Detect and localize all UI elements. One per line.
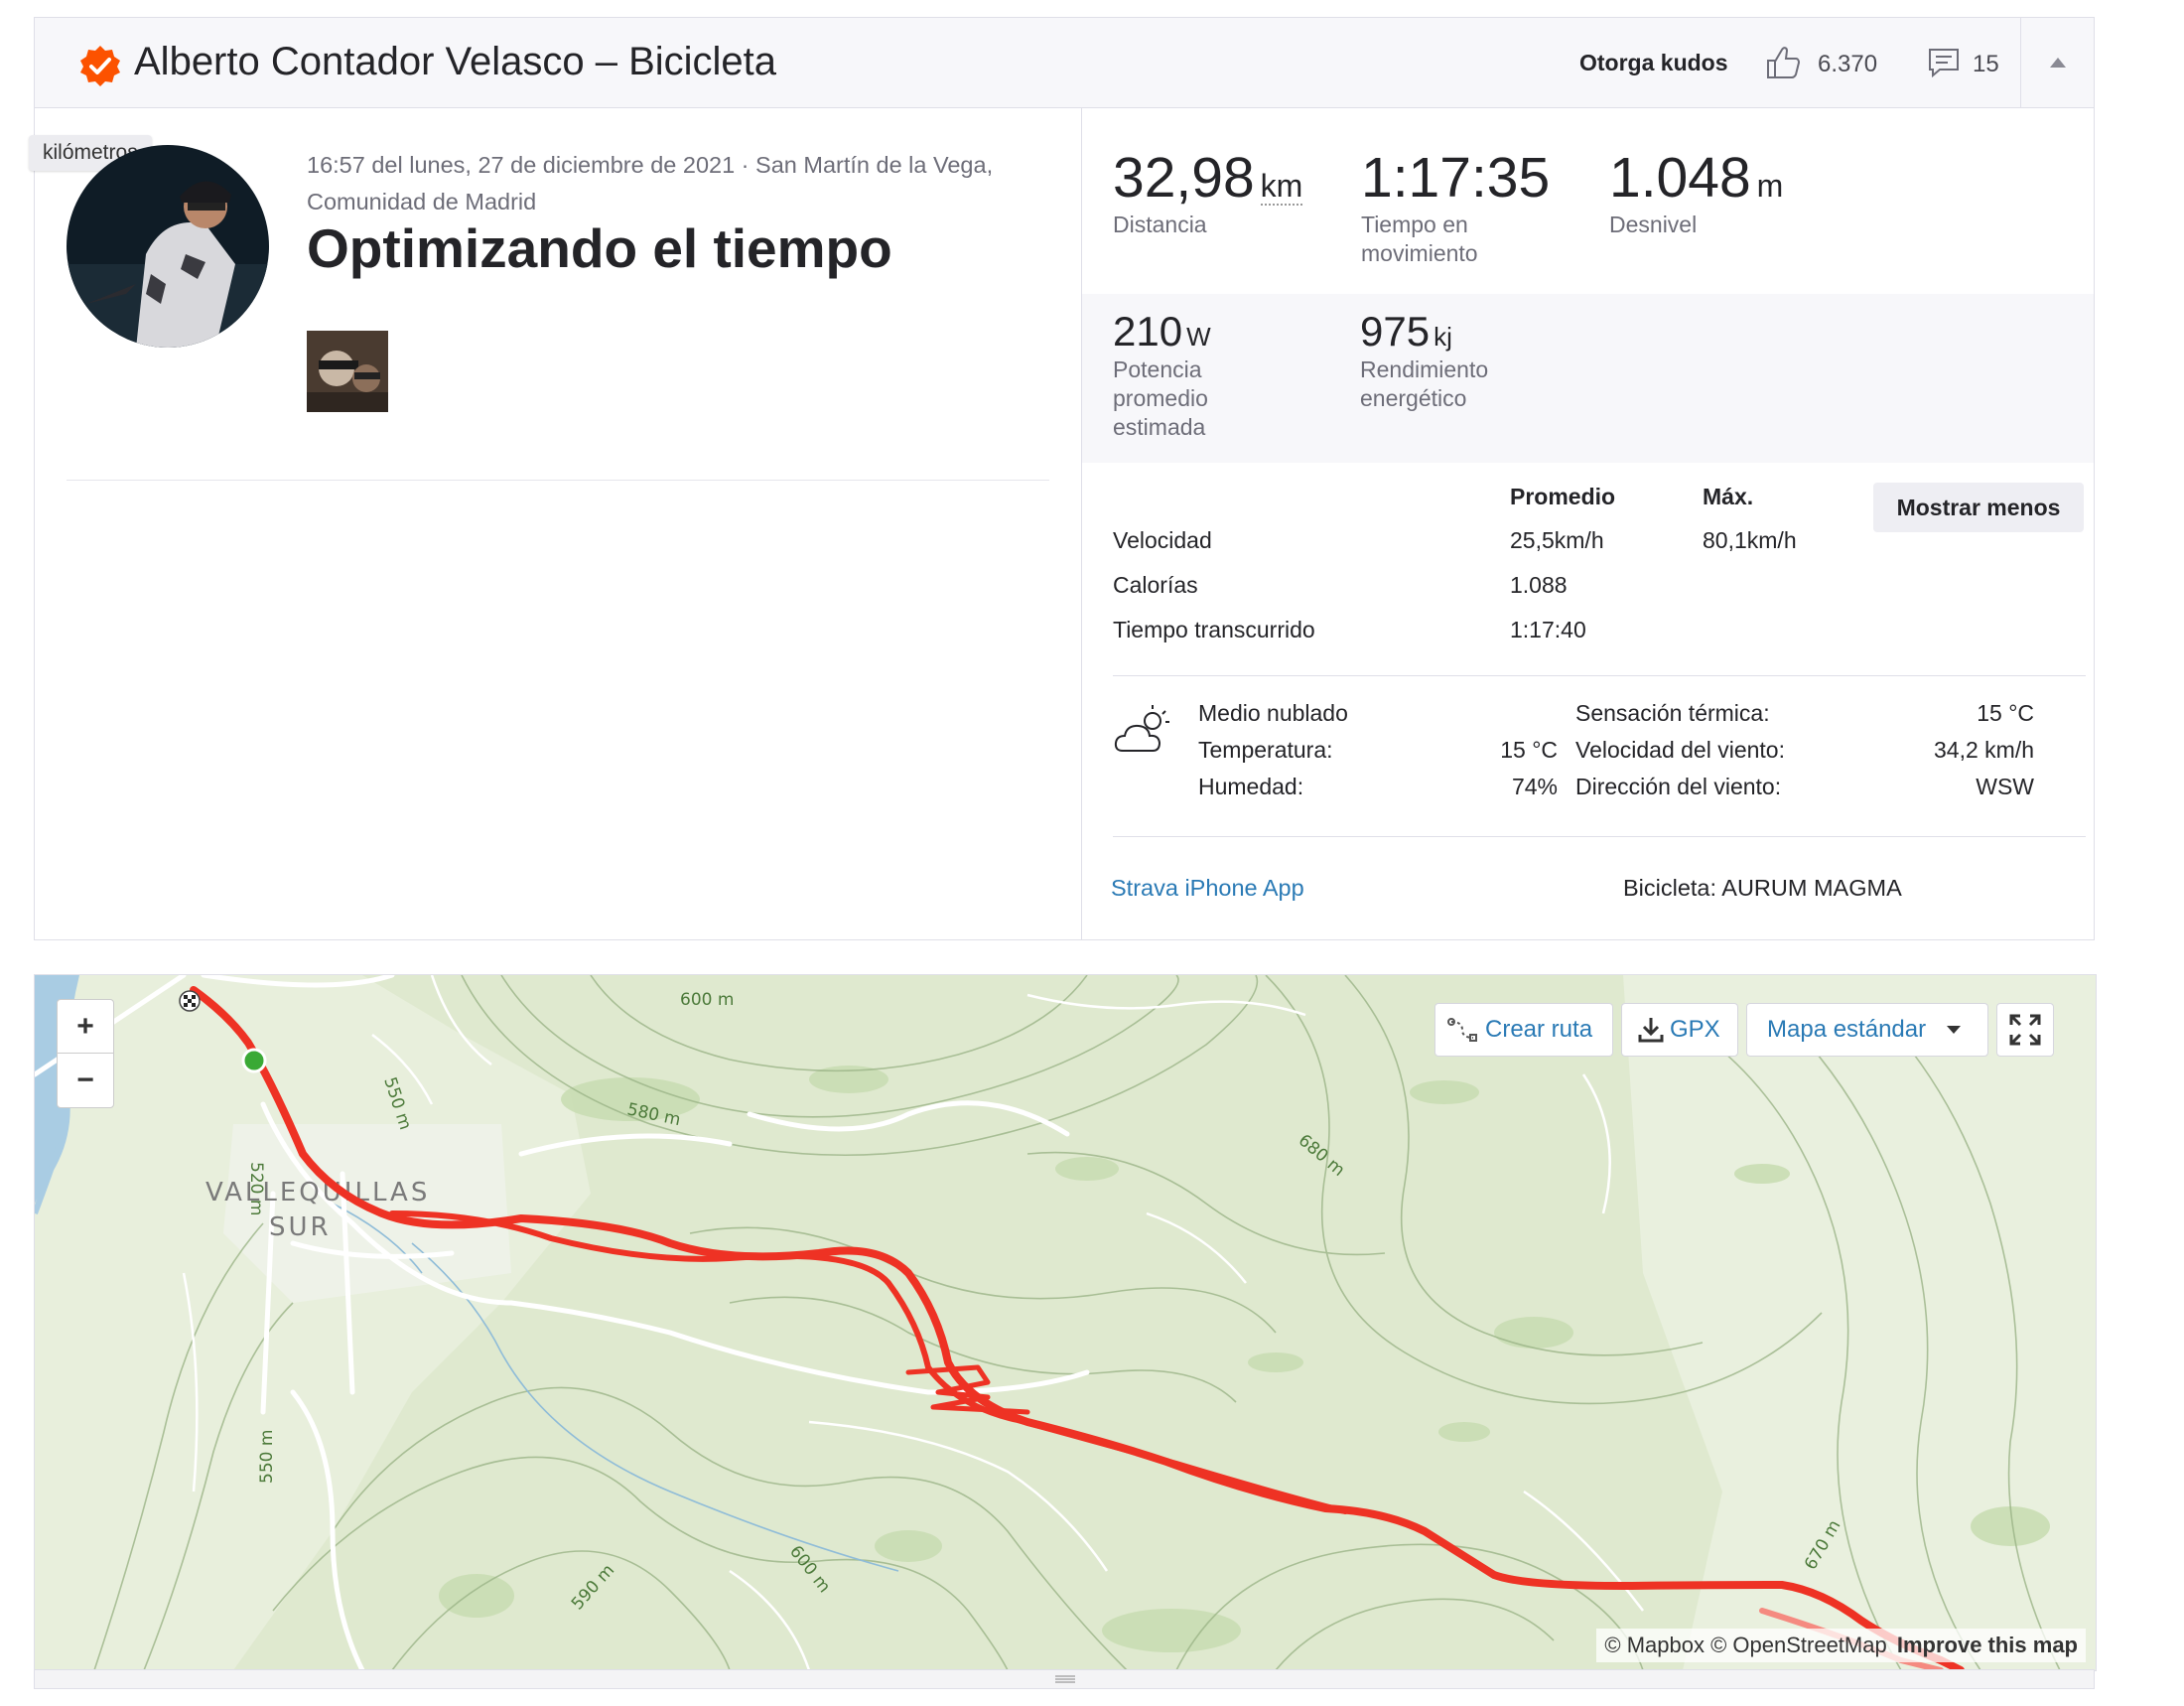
divider [1113, 836, 2086, 837]
athlete-avatar[interactable] [67, 145, 269, 348]
gpx-download-button[interactable]: GPX [1621, 1003, 1738, 1057]
humidity-label: Humedad: [1198, 774, 1304, 799]
secondary-stats: 210 W Potencia promedio estimada 975 kj Re… [1082, 294, 2094, 463]
divider [1113, 675, 2086, 676]
elevation-value: 1.048 [1609, 146, 1751, 210]
attribution-credits[interactable]: © Mapbox © OpenStreetMap [1604, 1633, 1886, 1657]
download-icon [1638, 1018, 1664, 1043]
stat-moving-time: 1:17:35 Tiempo en movimiento [1361, 145, 1560, 268]
energy-unit: kj [1433, 322, 1452, 352]
contour-label: 520 m [246, 1162, 266, 1215]
wind-speed-label: Velocidad del viento: [1575, 737, 1785, 763]
bike-info[interactable]: Bicicleta: AURUM MAGMA [1623, 875, 1902, 902]
power-label: Potencia promedio estimada [1113, 356, 1208, 440]
col-max-header: Máx. [1703, 484, 1754, 509]
row-speed-label: Velocidad [1113, 527, 1212, 553]
energy-value: 975 [1360, 308, 1431, 355]
elevation-unit: m [1756, 168, 1784, 204]
stat-power: 210 W Potencia promedio estimada [1113, 308, 1262, 442]
improve-map-link[interactable]: Improve this map [1897, 1633, 2078, 1657]
divider [67, 480, 1049, 481]
place-label-line2: SUR [269, 1212, 332, 1242]
drag-handle-icon [1055, 1675, 1075, 1683]
place-label-line1: VALLEQUILLAS [205, 1178, 430, 1208]
kudos-count[interactable]: 6.370 [1818, 51, 1877, 78]
contour-label: 550 m [257, 1430, 277, 1484]
map-attribution: © Mapbox © OpenStreetMap Improve this ma… [1596, 1629, 2086, 1662]
row-calories-label: Calorías [1113, 572, 1198, 598]
create-route-label: Crear ruta [1485, 1016, 1593, 1043]
caret-down-icon [1947, 1026, 1962, 1034]
zoom-in-button[interactable]: + [58, 1000, 113, 1054]
humidity-value: 74% [1511, 774, 1558, 799]
wind-direction-label: Dirección del viento: [1575, 774, 1782, 799]
row-elapsed-label: Tiempo transcurrido [1113, 617, 1315, 642]
contour-label: 600 m [680, 990, 734, 1010]
row-speed-avg: 25,5km/h [1510, 527, 1604, 553]
device-app-link[interactable]: Strava iPhone App [1111, 875, 1304, 902]
zoom-out-button[interactable]: − [58, 1054, 113, 1106]
feels-like-label: Sensación térmica: [1575, 700, 1770, 726]
activity-title[interactable]: Optimizando el tiempo [307, 216, 892, 280]
fullscreen-icon [2009, 1014, 2041, 1046]
energy-label: Rendimiento energético [1360, 356, 1489, 411]
feels-like-value: 15 °C [1977, 700, 2034, 726]
wind-speed-value: 34,2 km/h [1934, 737, 2034, 763]
moving-time-value: 1:17:35 [1361, 146, 1551, 210]
card-header: Alberto Contador Velasco – Bicicleta Oto… [35, 18, 2094, 108]
moving-time-label: Tiempo en movimiento [1361, 212, 1478, 266]
temperature-value: 15 °C [1500, 737, 1558, 763]
stat-distance: 32,98 km Distancia [1113, 145, 1303, 239]
create-route-button[interactable]: Crear ruta [1434, 1003, 1613, 1057]
row-elapsed-avg: 1:17:40 [1510, 617, 1586, 642]
power-unit: W [1186, 322, 1211, 352]
activity-photo-thumbnail[interactable] [307, 331, 388, 412]
distance-unit: km [1260, 168, 1303, 206]
distance-value: 32,98 [1113, 146, 1255, 210]
map-style-dropdown[interactable]: Mapa estándar [1746, 1003, 1988, 1057]
give-kudos-label[interactable]: Otorga kudos [1579, 50, 1728, 76]
zoom-control: + − [57, 999, 114, 1108]
activity-card: Alberto Contador Velasco – Bicicleta Oto… [29, 17, 2095, 940]
thumbs-up-icon[interactable] [1764, 44, 1802, 81]
divider [1081, 107, 1082, 939]
route-dashed-icon [1447, 1018, 1477, 1042]
gpx-label: GPX [1670, 1016, 1720, 1043]
athlete-title[interactable]: Alberto Contador Velasco – Bicicleta [134, 40, 776, 84]
partly-cloudy-icon [1114, 705, 1169, 752]
activity-datetime-location: 16:57 del lunes, 27 de diciembre de 2021… [307, 152, 994, 214]
row-calories-avg: 1.088 [1510, 572, 1568, 598]
comments-count[interactable]: 15 [1973, 51, 1999, 78]
comment-icon[interactable] [1927, 46, 1961, 79]
verified-badge-icon [80, 46, 120, 86]
col-average-header: Promedio [1510, 484, 1616, 509]
finish-flag-icon[interactable] [179, 990, 201, 1012]
map-style-label: Mapa estándar [1767, 1016, 1927, 1043]
stat-energy: 975 kj Rendimiento energético [1360, 308, 1549, 413]
distance-label: Distancia [1113, 212, 1207, 237]
wind-direction-value: WSW [1976, 774, 2034, 799]
map-canvas[interactable]: VALLEQUILLAS SUR 600 m 580 m 550 m 520 m… [35, 975, 2096, 1670]
stat-elevation: 1.048 m Desnivel [1609, 145, 1783, 239]
route-map[interactable]: VALLEQUILLAS SUR 600 m 580 m 550 m 520 m… [34, 974, 2097, 1671]
chevron-up-icon [2049, 58, 2066, 68]
start-marker[interactable] [241, 1048, 267, 1073]
fullscreen-button[interactable] [1996, 1003, 2054, 1057]
power-value: 210 [1113, 308, 1183, 355]
collapse-button[interactable] [2021, 18, 2094, 107]
weather-condition: Medio nublado [1198, 700, 1348, 726]
map-resize-handle[interactable] [34, 1669, 2095, 1689]
show-less-button[interactable]: Mostrar menos [1873, 483, 2084, 532]
temperature-label: Temperatura: [1198, 737, 1333, 763]
elevation-label: Desnivel [1609, 212, 1698, 237]
row-speed-max: 80,1km/h [1703, 527, 1797, 553]
